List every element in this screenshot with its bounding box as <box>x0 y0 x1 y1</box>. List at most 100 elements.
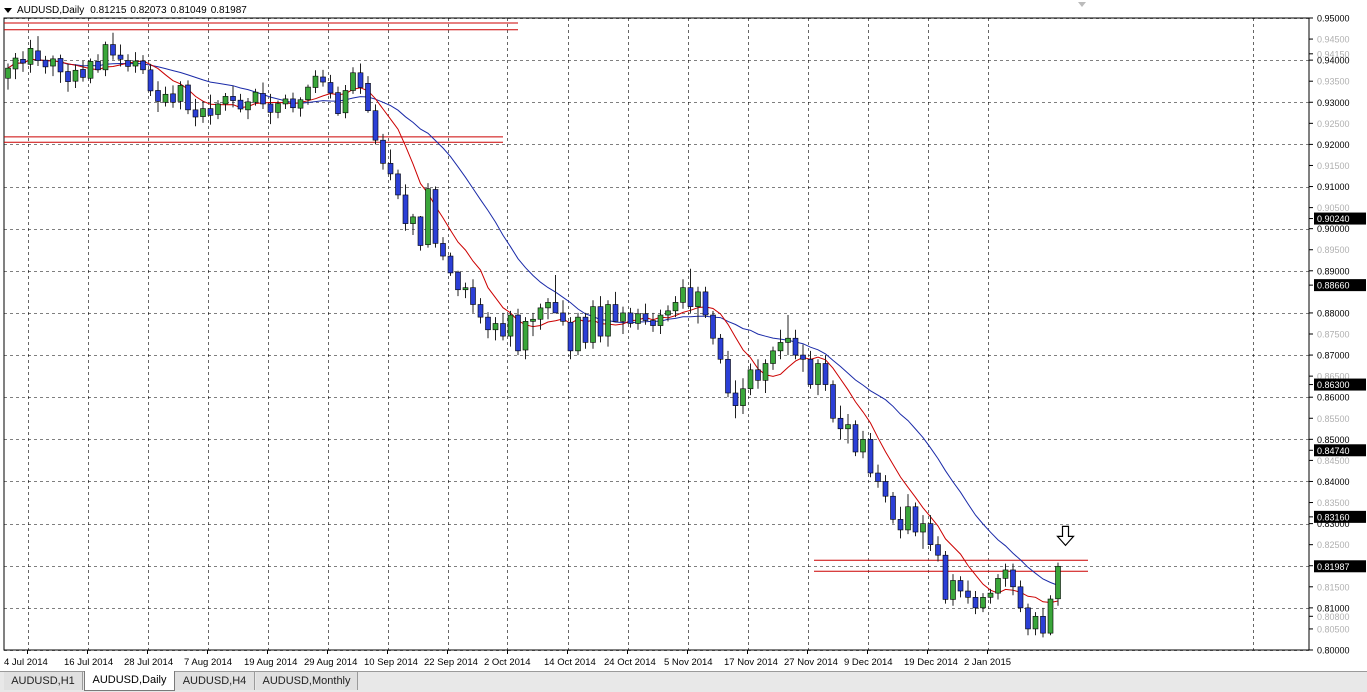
candle[interactable] <box>147 69 154 92</box>
candle[interactable] <box>1047 598 1054 634</box>
tab-audusd-h4[interactable]: AUDUSD,H4 <box>175 672 255 690</box>
tab-audusd-monthly[interactable]: AUDUSD,Monthly <box>256 672 358 690</box>
candle[interactable] <box>252 91 259 103</box>
candle[interactable] <box>1025 607 1031 630</box>
candle[interactable] <box>620 312 626 322</box>
candle[interactable] <box>80 69 86 78</box>
tab-audusd-daily[interactable]: AUDUSD,Daily <box>84 671 175 691</box>
candle[interactable] <box>342 90 349 114</box>
chart-menu-triangle-icon[interactable] <box>4 8 12 13</box>
candle[interactable] <box>95 61 101 71</box>
candle[interactable] <box>867 439 874 474</box>
candle[interactable] <box>222 96 229 105</box>
candle[interactable] <box>747 369 754 390</box>
candle[interactable] <box>507 314 514 337</box>
candle[interactable] <box>365 83 371 111</box>
candle[interactable] <box>485 316 491 331</box>
candle[interactable] <box>432 189 439 244</box>
candle[interactable] <box>612 304 619 322</box>
candle[interactable] <box>590 306 596 343</box>
candle[interactable] <box>627 312 634 324</box>
candle[interactable] <box>732 392 739 406</box>
candle[interactable] <box>447 255 454 274</box>
candle[interactable] <box>140 60 146 71</box>
candle[interactable] <box>905 506 911 531</box>
candle[interactable] <box>1002 569 1009 579</box>
candle[interactable] <box>927 523 934 545</box>
candle[interactable] <box>717 337 724 360</box>
candle[interactable] <box>110 44 116 56</box>
candle[interactable] <box>965 590 971 598</box>
candle[interactable] <box>560 312 566 322</box>
candle[interactable] <box>380 139 386 164</box>
candle[interactable] <box>27 48 34 65</box>
price-chart[interactable]: 0.950000.945000.941500.940000.935000.930… <box>0 0 1367 671</box>
candle[interactable] <box>792 337 799 356</box>
candle[interactable] <box>260 93 266 105</box>
candle[interactable] <box>597 306 604 337</box>
candle[interactable] <box>537 307 544 320</box>
candle[interactable] <box>635 313 641 324</box>
candle[interactable] <box>117 54 124 60</box>
candle[interactable] <box>215 103 221 115</box>
candle[interactable] <box>350 72 356 91</box>
candle[interactable] <box>42 59 49 68</box>
candle[interactable] <box>875 472 881 482</box>
candle[interactable] <box>357 72 364 88</box>
candle[interactable] <box>702 291 709 316</box>
candle[interactable] <box>155 90 161 102</box>
candle[interactable] <box>920 523 926 533</box>
candle[interactable] <box>575 316 581 352</box>
candle[interactable] <box>387 163 394 175</box>
candle[interactable] <box>987 592 994 598</box>
candle[interactable] <box>425 188 431 245</box>
candle[interactable] <box>275 103 281 113</box>
candle[interactable] <box>1010 569 1016 588</box>
candle[interactable] <box>177 85 184 102</box>
candle[interactable] <box>477 304 484 318</box>
candle[interactable] <box>837 417 844 430</box>
candle[interactable] <box>72 69 79 82</box>
candle[interactable] <box>327 82 334 94</box>
candle[interactable] <box>807 358 814 385</box>
candle[interactable] <box>125 60 131 67</box>
candle[interactable] <box>170 93 176 103</box>
candle[interactable] <box>297 99 304 109</box>
candle[interactable] <box>657 314 664 326</box>
candle[interactable] <box>582 316 589 343</box>
candle[interactable] <box>762 363 769 381</box>
candle[interactable] <box>492 323 499 331</box>
candle[interactable] <box>305 86 311 101</box>
candle[interactable] <box>192 109 199 118</box>
candle[interactable] <box>680 287 686 303</box>
candle[interactable] <box>755 369 761 381</box>
candle[interactable] <box>1032 615 1039 630</box>
candle[interactable] <box>5 67 11 79</box>
candle[interactable] <box>35 50 41 61</box>
candle[interactable] <box>50 58 56 67</box>
candle[interactable] <box>785 337 791 343</box>
tab-audusd-h1[interactable]: AUDUSD,H1 <box>4 672 83 690</box>
candle[interactable] <box>1055 565 1061 600</box>
candle[interactable] <box>20 58 26 64</box>
candle[interactable] <box>102 44 109 71</box>
candle[interactable] <box>552 302 559 314</box>
candle[interactable] <box>245 101 251 111</box>
candle[interactable] <box>530 318 536 322</box>
candle[interactable] <box>312 75 319 88</box>
candle[interactable] <box>567 321 574 352</box>
candle[interactable] <box>267 103 274 113</box>
candle[interactable] <box>185 84 191 111</box>
candle[interactable] <box>237 99 244 110</box>
candle[interactable] <box>942 554 949 600</box>
candle[interactable] <box>605 304 611 337</box>
candle[interactable] <box>800 354 806 360</box>
candle[interactable] <box>290 98 296 109</box>
candle[interactable] <box>87 61 94 79</box>
candle[interactable] <box>230 96 236 101</box>
candle[interactable] <box>402 194 409 224</box>
candle[interactable] <box>372 110 379 141</box>
candle[interactable] <box>545 302 551 309</box>
candle[interactable] <box>695 291 701 307</box>
candle[interactable] <box>417 216 424 246</box>
